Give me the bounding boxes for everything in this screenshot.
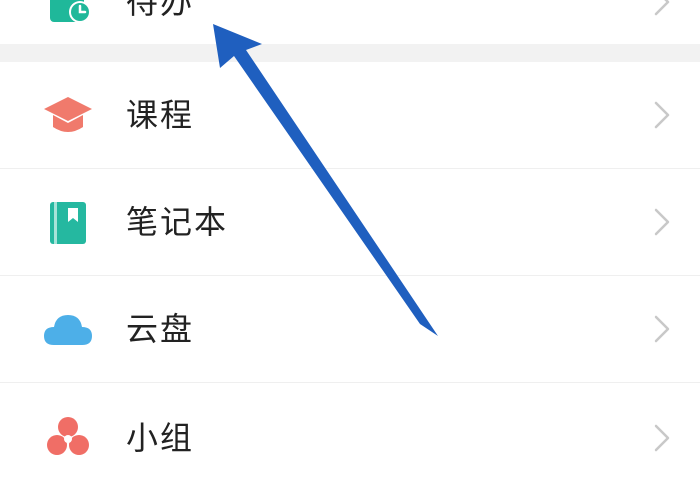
menu-item-label: 待办 [126, 0, 195, 21]
chevron-right-icon [654, 101, 670, 129]
menu-item-label: 云盘 [126, 310, 195, 348]
menu-item-label: 小组 [126, 419, 195, 457]
cloud-icon [40, 301, 96, 357]
menu-item-todo[interactable]: 待办 [0, 0, 700, 44]
menu-item-groups[interactable]: 小组 [0, 383, 700, 493]
chevron-right-icon [654, 0, 670, 16]
menu-item-courses[interactable]: 课程 [0, 62, 700, 168]
section-gap [0, 44, 700, 62]
chevron-right-icon [654, 208, 670, 236]
chevron-right-icon [654, 424, 670, 452]
chevron-right-icon [654, 315, 670, 343]
notebook-icon [40, 194, 96, 250]
todo-icon [40, 0, 96, 30]
graduation-cap-icon [40, 87, 96, 143]
menu-item-notebook[interactable]: 笔记本 [0, 169, 700, 275]
menu-item-label: 课程 [126, 96, 195, 134]
menu-item-cloud-drive[interactable]: 云盘 [0, 276, 700, 382]
group-icon [40, 410, 96, 466]
menu-item-label: 笔记本 [126, 203, 229, 241]
